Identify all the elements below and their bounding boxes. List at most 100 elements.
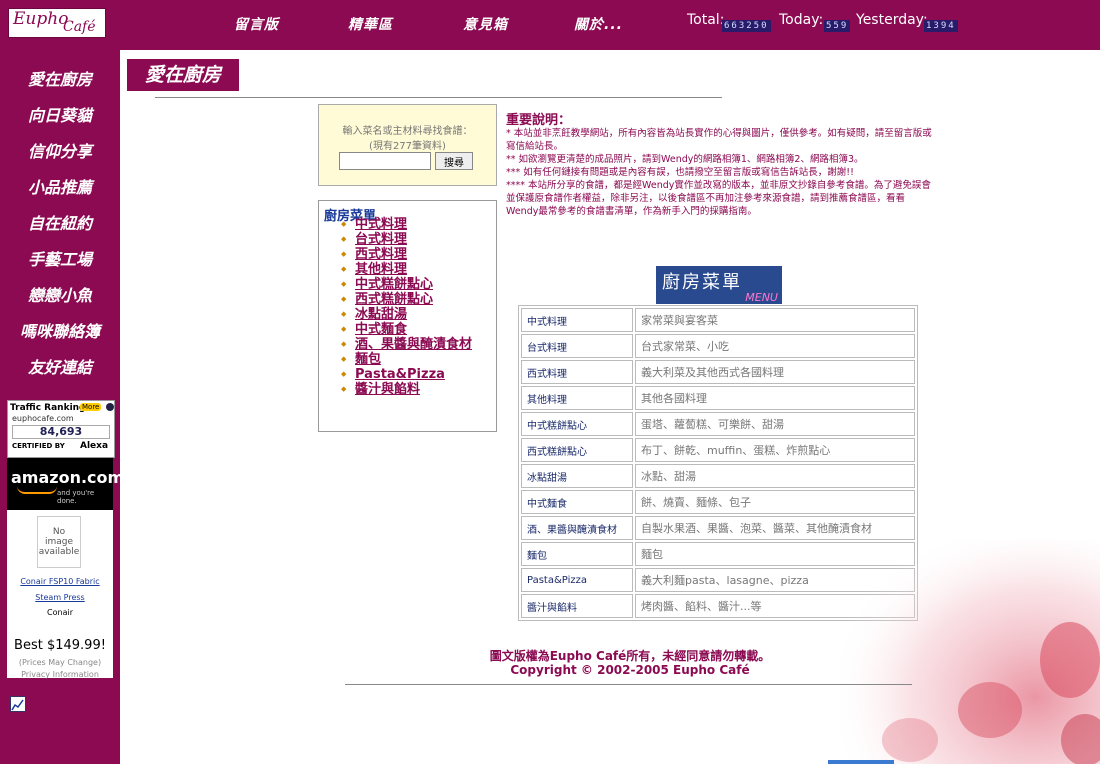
category-cell[interactable]: 麵包 bbox=[521, 542, 633, 566]
kitchen-menu-item[interactable]: ◆ 冰點甜湯 bbox=[341, 307, 491, 322]
kitchen-menu-item[interactable]: ◆ 西式料理 bbox=[341, 247, 491, 262]
traffic-more-button[interactable]: More bbox=[80, 403, 102, 411]
kitchen-menu-item[interactable]: ◆ 麵包 bbox=[341, 352, 491, 367]
kitchen-menu-item[interactable]: ◆ 醬汁與餡料 bbox=[341, 382, 491, 397]
sidebar-item-recommend[interactable]: 小品推薦 bbox=[0, 174, 120, 198]
category-cell[interactable]: 冰點甜湯 bbox=[521, 464, 633, 488]
nav-feedback[interactable]: 意見箱 bbox=[463, 14, 508, 34]
bullet-icon: ◆ bbox=[341, 340, 347, 348]
kitchen-menu-item-label: 中式糕餅點心 bbox=[355, 277, 434, 292]
notice-paragraph-4: **** 本站所分享的食譜，都是經Wendy實作並改寫的版本，並非原文抄錄自參考… bbox=[506, 180, 931, 217]
copyright-line: Copyright © 2002-2005 Eupho Café bbox=[510, 663, 750, 677]
search-input[interactable] bbox=[339, 152, 431, 170]
category-link[interactable]: 醬汁與餡料 bbox=[527, 603, 577, 614]
top-header: Eupho Café 留言版 精華區 意見箱 關於... Total: 6632… bbox=[0, 0, 1100, 50]
product-price: Best $149.99! bbox=[14, 638, 106, 653]
amazon-logo: amazon.com bbox=[11, 468, 125, 487]
kitchen-menu-item[interactable]: ◆ 西式糕餅點心 bbox=[341, 292, 491, 307]
total-label: Total: bbox=[687, 12, 725, 28]
category-cell[interactable]: 醬汁與餡料 bbox=[521, 594, 633, 618]
nav-about[interactable]: 關於... bbox=[574, 14, 623, 34]
traffic-domain: euphocafe.com bbox=[12, 414, 74, 423]
kitchen-menu-item-label: 中式料理 bbox=[355, 217, 408, 232]
table-row: 冰點甜湯 冰點、甜湯 bbox=[521, 464, 915, 488]
kitchen-menu-item[interactable]: ◆ Pasta&Pizza bbox=[341, 367, 491, 382]
stats-chart-icon[interactable] bbox=[10, 696, 26, 712]
bullet-icon: ◆ bbox=[341, 310, 347, 318]
traffic-rank: 84,693 bbox=[12, 425, 110, 439]
kitchen-menu-item-label: 西式糕餅點心 bbox=[355, 292, 434, 307]
product-link[interactable]: Conair FSP10 Fabric Steam Press bbox=[7, 574, 113, 606]
sidebar-item-links[interactable]: 友好連結 bbox=[0, 354, 120, 378]
kitchen-menu-item[interactable]: ◆ 中式料理 bbox=[341, 217, 491, 232]
search-button[interactable]: 搜尋 bbox=[435, 152, 473, 170]
category-cell[interactable]: 中式糕餅點心 bbox=[521, 412, 633, 436]
logo-text-primary: Eupho bbox=[13, 9, 69, 29]
category-cell[interactable]: 台式料理 bbox=[521, 334, 633, 358]
kitchen-menu-item[interactable]: ◆ 中式糕餅點心 bbox=[341, 277, 491, 292]
sidebar-item-sunflower-cat[interactable]: 向日葵貓 bbox=[0, 102, 120, 126]
kitchen-menu-item-label: Pasta&Pizza bbox=[355, 367, 445, 382]
nav-highlights[interactable]: 精華區 bbox=[348, 14, 393, 34]
total-counter: 663250 bbox=[722, 20, 771, 32]
bullet-icon: ◆ bbox=[341, 385, 347, 393]
privacy-link[interactable]: Privacy Information bbox=[7, 670, 113, 679]
kitchen-menu-item[interactable]: ◆ 其他料理 bbox=[341, 262, 491, 277]
bullet-icon: ◆ bbox=[341, 250, 347, 258]
category-cell[interactable]: 其他料理 bbox=[521, 386, 633, 410]
category-description: 其他各國料理 bbox=[635, 386, 915, 410]
category-link[interactable]: 西式料理 bbox=[527, 369, 567, 380]
table-row: 中式糕餅點心 蛋塔、蘿蔔糕、可樂餅、甜湯 bbox=[521, 412, 915, 436]
amazon-banner[interactable]: amazon.com and you're done. bbox=[7, 458, 124, 510]
price-note: (Prices May Change) bbox=[18, 658, 102, 667]
sidebar-item-newyork[interactable]: 自在紐約 bbox=[0, 210, 120, 234]
bullet-icon: ◆ bbox=[341, 220, 347, 228]
category-link[interactable]: 其他料理 bbox=[527, 395, 567, 406]
sidebar-item-faith[interactable]: 信仰分享 bbox=[0, 138, 120, 162]
kitchen-menu-item-label: 麵包 bbox=[355, 352, 382, 367]
nav-guestbook[interactable]: 留言版 bbox=[234, 14, 279, 34]
notice-paragraph-2: ** 如欲瀏覽更清楚的成品照片，請到Wendy的網路相簿1、網路相簿2、網路相簿… bbox=[506, 154, 864, 165]
sidebar-item-crafts[interactable]: 手藝工場 bbox=[0, 246, 120, 270]
search-prompt: 輸入菜名或主材料尋找食譜： bbox=[342, 126, 473, 137]
kitchen-menu-item-label: 酒、果醬與醃漬食材 bbox=[355, 337, 473, 352]
amazon-tagline: and you're done. bbox=[57, 489, 95, 505]
today-label: Today: bbox=[779, 12, 824, 28]
alexa-logo: Alexa bbox=[80, 441, 109, 451]
category-link[interactable]: 酒、果醬與醃漬食材 bbox=[527, 525, 617, 536]
category-link[interactable]: 中式糕餅點心 bbox=[527, 421, 587, 432]
traffic-ranking-widget[interactable]: Traffic Ranking More euphocafe.com 84,69… bbox=[7, 400, 115, 458]
kitchen-menu-banner: 廚房菜單 MENU bbox=[656, 266, 782, 304]
kitchen-menu-item[interactable]: ◆ 酒、果醬與醃漬食材 bbox=[341, 337, 491, 352]
sidebar-item-kitchen[interactable]: 愛在廚房 bbox=[0, 66, 120, 90]
site-logo[interactable]: Eupho Café bbox=[8, 8, 106, 38]
category-cell[interactable]: 西式糕餅點心 bbox=[521, 438, 633, 462]
category-cell[interactable]: Pasta&Pizza bbox=[521, 568, 633, 592]
page-title: 愛在廚房 bbox=[127, 59, 239, 91]
category-cell[interactable]: 西式料理 bbox=[521, 360, 633, 384]
category-cell[interactable]: 中式麵食 bbox=[521, 490, 633, 514]
kitchen-menu-item-label: 西式料理 bbox=[355, 247, 408, 262]
page-footer: 圖文版權為Eupho Café所有，未經同意請勿轉載。 Copyright © … bbox=[420, 649, 840, 677]
bullet-icon: ◆ bbox=[341, 295, 347, 303]
category-description: 餅、燒賣、麵條、包子 bbox=[635, 490, 915, 514]
category-link[interactable]: 冰點甜湯 bbox=[527, 473, 567, 484]
category-cell[interactable]: 酒、果醬與醃漬食材 bbox=[521, 516, 633, 540]
sidebar-item-mommy[interactable]: 嗎咪聯絡簿 bbox=[0, 318, 120, 342]
category-link[interactable]: 中式料理 bbox=[527, 317, 567, 328]
kitchen-menu-item-label: 台式料理 bbox=[355, 232, 408, 247]
today-counter: 559 bbox=[824, 20, 851, 32]
sidebar-item-fish[interactable]: 戀戀小魚 bbox=[0, 282, 120, 306]
kitchen-menu-box: 廚房菜單 ◆ 中式料理 ◆ 台式料理 ◆ 西式料理 ◆ 其他料理 ◆ 中式糕餅點心 ◆ 西式糕餅點心 ◆… bbox=[318, 200, 497, 432]
category-link[interactable]: 台式料理 bbox=[527, 343, 567, 354]
traffic-title: Traffic Ranking bbox=[10, 403, 86, 413]
category-link[interactable]: 麵包 bbox=[527, 551, 547, 562]
category-cell[interactable]: 中式料理 bbox=[521, 308, 633, 332]
category-link[interactable]: 西式糕餅點心 bbox=[527, 447, 587, 458]
category-link[interactable]: Pasta&Pizza bbox=[527, 575, 587, 586]
kitchen-menu-item[interactable]: ◆ 台式料理 bbox=[341, 232, 491, 247]
category-link[interactable]: 中式麵食 bbox=[527, 499, 567, 510]
kitchen-menu-item[interactable]: ◆ 中式麵食 bbox=[341, 322, 491, 337]
banner-sub: MENU bbox=[745, 291, 778, 304]
category-description: 布丁、餅乾、muffin、蛋糕、炸煎點心 bbox=[635, 438, 915, 462]
